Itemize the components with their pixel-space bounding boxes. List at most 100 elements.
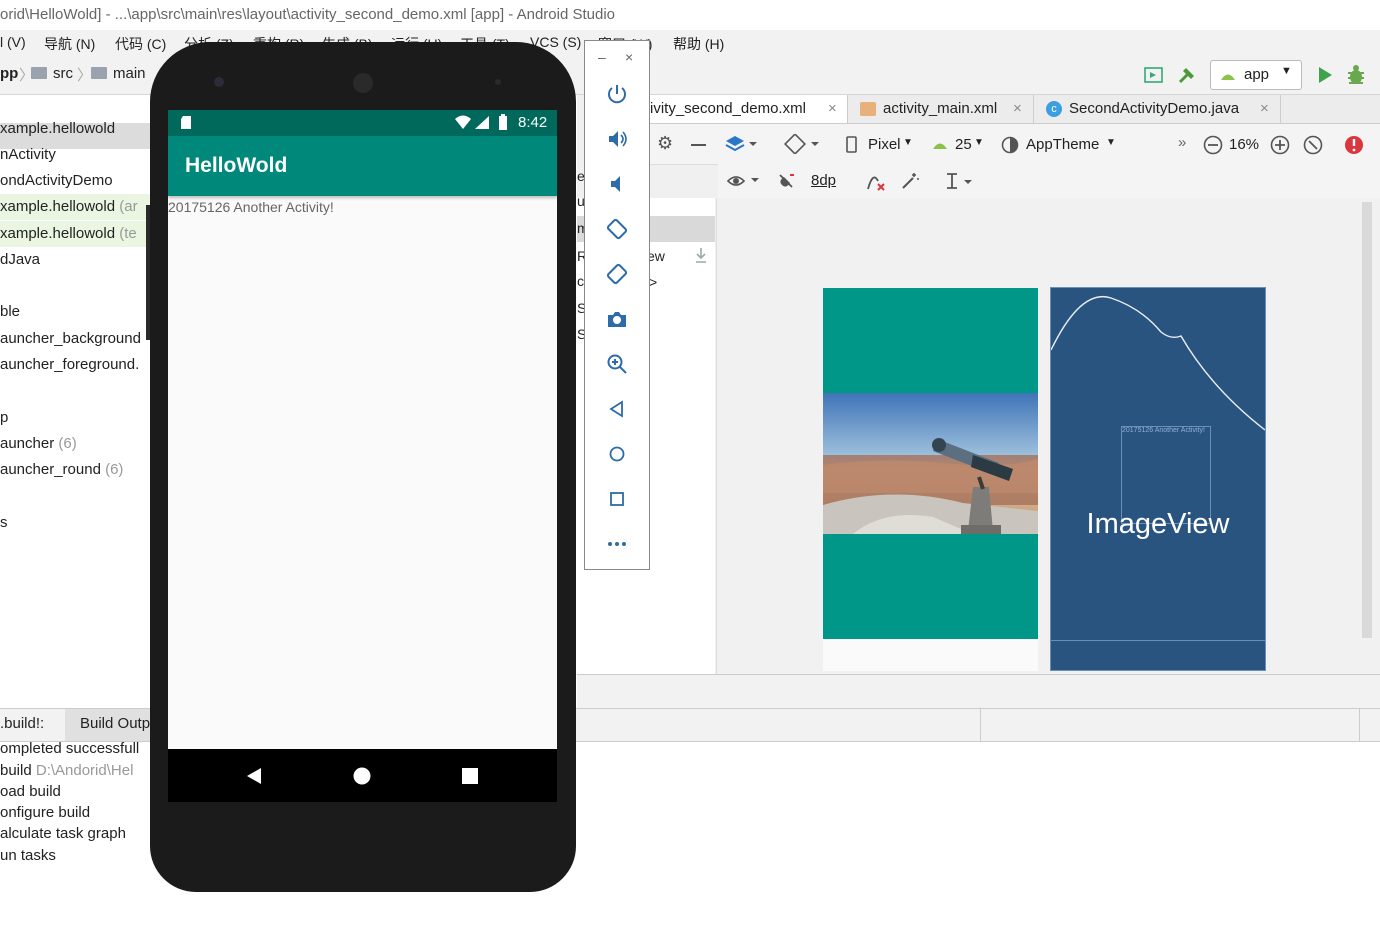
default-margin-select[interactable]: 8dp [811, 172, 836, 189]
close-icon[interactable]: × [828, 95, 837, 123]
emulator-screen[interactable]: 8:42 HelloWold 20175126 Another Activity… [168, 110, 557, 802]
project-tree-item[interactable]: dJava [0, 247, 150, 273]
volume-down-button[interactable] [585, 161, 649, 206]
orientation-icon[interactable] [784, 134, 820, 154]
make-project-icon[interactable] [1176, 64, 1198, 86]
blueprint-curve [1051, 296, 1265, 431]
sd-card-icon [181, 116, 191, 129]
zoom-out-icon[interactable] [1203, 135, 1223, 155]
eye-icon[interactable] [726, 173, 762, 189]
close-icon[interactable]: × [625, 49, 633, 65]
autoconnect-icon[interactable] [776, 171, 796, 191]
status-time: 8:42 [518, 114, 548, 131]
build-tab-output: Build Outp [80, 715, 151, 732]
tab-second-activity-demo-java[interactable]: c SecondActivityDemo.java × [1034, 95, 1281, 123]
home-button[interactable] [585, 431, 649, 476]
theme-select[interactable]: AppTheme [1026, 136, 1099, 153]
nav-back-icon[interactable] [245, 767, 263, 785]
telescope-photo[interactable] [823, 393, 1038, 534]
close-icon[interactable]: × [1260, 95, 1269, 123]
minimize-icon[interactable] [691, 144, 706, 146]
menu-navigate[interactable]: 导航 (N) [44, 34, 95, 54]
project-tree-item[interactable]: ondActivityDemo [0, 168, 150, 194]
breadcrumb-separator-icon: 〉 [77, 67, 93, 84]
proximity-sensor [495, 79, 501, 85]
nav-home-icon[interactable] [353, 767, 371, 785]
chevron-down-icon: ▼ [974, 137, 984, 148]
rotate-right-button[interactable] [585, 251, 649, 296]
menu-view[interactable]: l (V) [0, 34, 26, 50]
editor-tab-bar: ivity_second_demo.xml × activity_main.xm… [648, 95, 1380, 124]
project-tree-item[interactable]: nActivity [0, 142, 150, 168]
overview-icon [610, 491, 624, 506]
volume-up-button[interactable] [585, 116, 649, 161]
tab-label: SecondActivityDemo.java [1069, 100, 1240, 117]
breadcrumb-main[interactable]: main [113, 65, 146, 82]
overflow-icon[interactable]: » [1178, 134, 1186, 151]
align-icon[interactable] [944, 171, 980, 191]
design-toolbar: ⚙ Pixel ▼ 25 ▼ AppTheme ▼ » 16% [648, 124, 1380, 165]
zoom-in-icon[interactable] [1270, 135, 1290, 155]
breadcrumb-app[interactable]: pp [0, 65, 18, 82]
build-line: onfigure build [0, 804, 90, 821]
project-tree-item[interactable]: p [0, 405, 150, 431]
screenshot-button[interactable] [585, 296, 649, 341]
project-tree-item[interactable]: s [0, 510, 150, 536]
folder-icon [91, 67, 107, 79]
menu-code[interactable]: 代码 (C) [115, 34, 166, 54]
layout-editor-icon[interactable] [1144, 66, 1164, 84]
more-button[interactable] [585, 521, 649, 566]
back-icon [609, 399, 623, 418]
minimize-icon[interactable]: – [598, 49, 606, 65]
app-toolbar: HelloWold [168, 136, 557, 196]
zoom-button[interactable] [585, 341, 649, 386]
folder-icon [31, 67, 47, 79]
magic-wand-icon[interactable] [900, 171, 920, 191]
api-level-select[interactable]: 25 [955, 136, 972, 153]
close-icon[interactable]: × [1013, 95, 1022, 123]
project-tree-item[interactable]: xample.hellowold (ar [0, 194, 150, 220]
cellular-signal-icon [475, 116, 489, 129]
device-select[interactable]: Pixel [868, 136, 901, 153]
project-tree-item[interactable]: auncher_background [0, 326, 150, 352]
camera-icon [608, 311, 626, 327]
chevron-down-icon: ▼ [1106, 137, 1116, 148]
download-icon[interactable] [694, 246, 708, 264]
back-button[interactable] [585, 386, 649, 431]
project-tree-item-label: xample.hellowold [0, 225, 116, 242]
debug-icon[interactable] [1345, 64, 1367, 86]
menu-help[interactable]: 帮助 (H) [673, 34, 724, 54]
run-config-select[interactable]: app ▼ [1210, 60, 1302, 90]
gear-icon[interactable]: ⚙ [657, 133, 673, 154]
front-camera-icon [214, 77, 224, 87]
class-icon: c [1046, 101, 1062, 117]
run-icon[interactable] [1316, 65, 1334, 85]
clear-constraints-icon[interactable] [865, 171, 887, 193]
nav-overview-icon[interactable] [462, 768, 478, 784]
tab-activity-main[interactable]: activity_main.xml × [848, 95, 1034, 123]
build-line: oad build [0, 783, 61, 800]
project-tree-item[interactable]: xample.hellowold [0, 116, 150, 142]
window-title: orid\HelloWold] - ...\app\src\main\res\l… [0, 6, 616, 23]
blueprint-view[interactable]: 20175126 Another Activity! ImageView [1050, 287, 1266, 671]
rotate-left-button[interactable] [585, 206, 649, 251]
power-button[interactable] [585, 71, 649, 116]
overview-button[interactable] [585, 476, 649, 521]
project-tree-item[interactable]: auncher (6) [0, 431, 150, 457]
build-output-tab[interactable]: Build Outp [65, 709, 155, 741]
zoom-fit-icon[interactable] [1303, 135, 1323, 155]
design-preview[interactable] [823, 288, 1038, 671]
tab-activity-second-demo[interactable]: ivity_second_demo.xml × [648, 95, 848, 123]
project-tree-item[interactable]: auncher_foreground. [0, 352, 150, 378]
breadcrumb-src[interactable]: src [53, 65, 73, 82]
project-tree-item[interactable]: ble [0, 299, 150, 325]
project-tree-item[interactable]: auncher_round (6) [0, 457, 150, 483]
layers-icon[interactable] [724, 134, 758, 154]
blueprint-divider [1051, 640, 1265, 641]
project-tree-item[interactable]: xample.hellowold (te [0, 221, 150, 247]
build-line-text: oad build [0, 783, 61, 800]
wifi-icon [455, 115, 471, 129]
build-tab-sync[interactable]: .build!: [0, 715, 44, 732]
error-icon[interactable] [1344, 135, 1364, 155]
canvas-scroll-thumb[interactable] [1362, 202, 1372, 638]
